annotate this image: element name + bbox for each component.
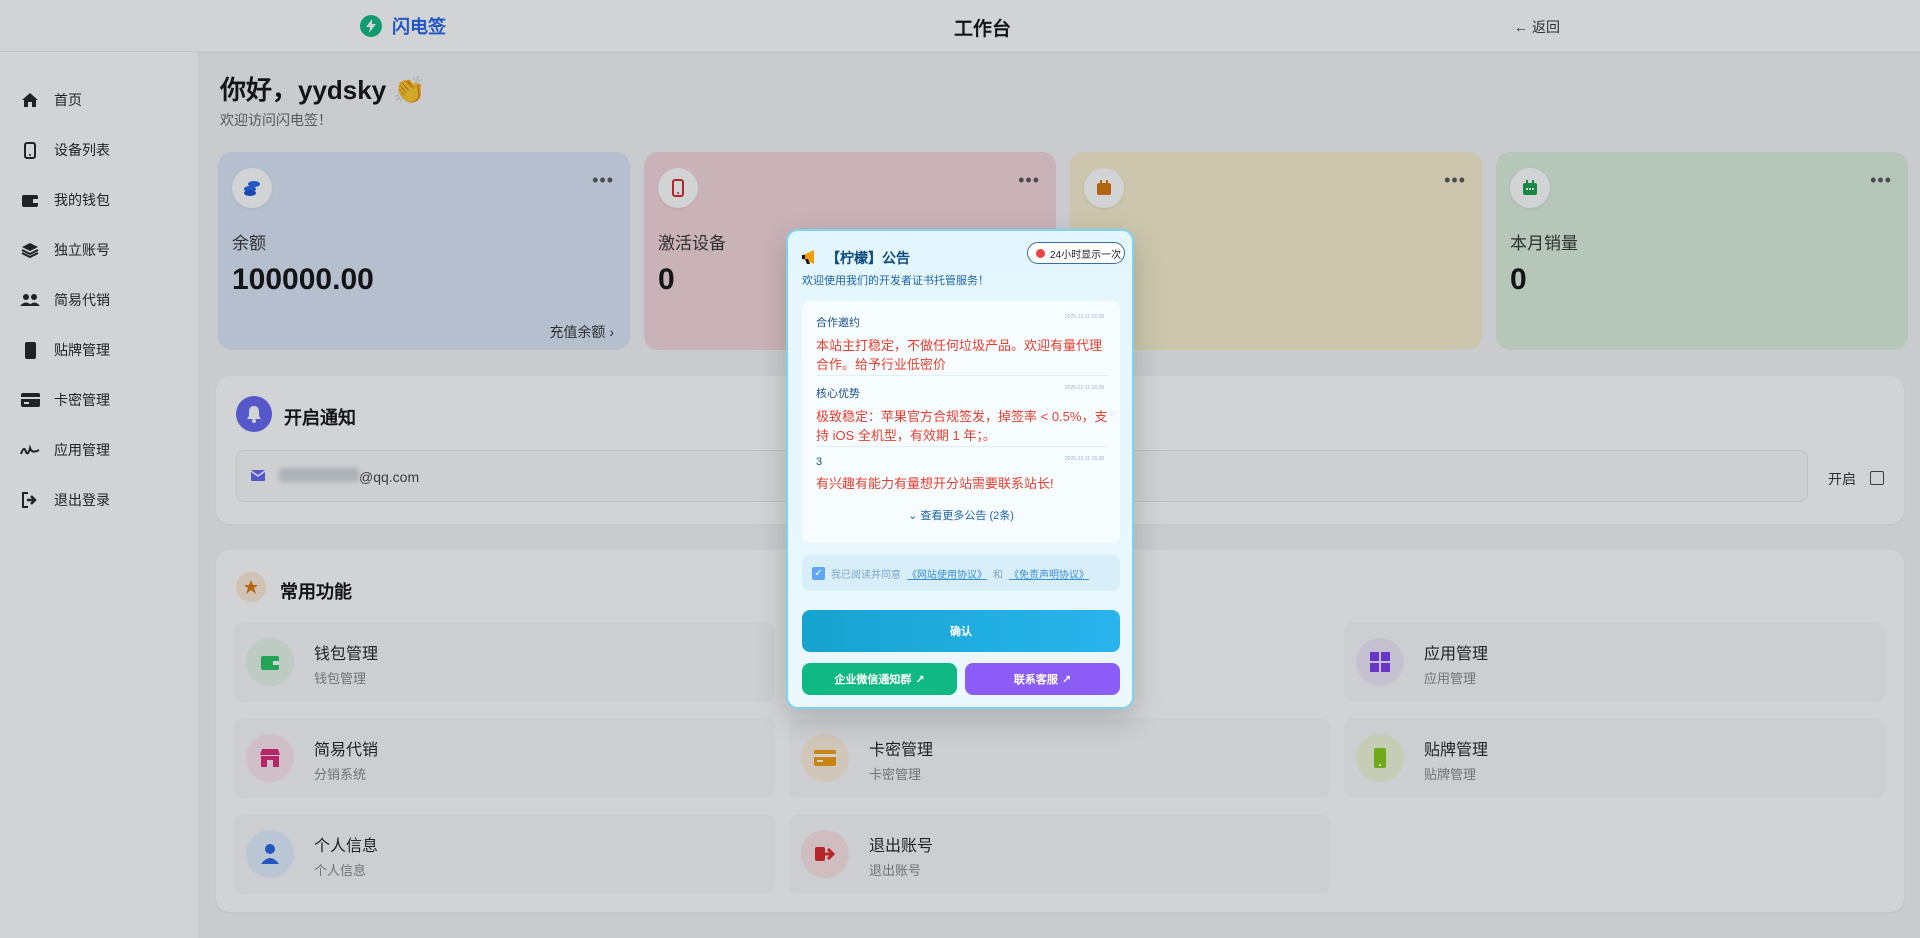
wechat-group-label: 企业微信通知群 xyxy=(834,674,912,686)
contact-service-label: 联系客服 xyxy=(1013,674,1058,686)
megaphone-icon xyxy=(802,249,820,268)
announcement-date: 2025-12-11 16:38 xyxy=(1064,385,1104,391)
wechat-group-button[interactable]: 企业微信通知群 ↗ xyxy=(802,663,957,695)
agree-mid: 和 xyxy=(993,569,1003,581)
announcement-body: 本站主打稳定，不做任何垃圾产品。欢迎有量代理合作。给予行业低密价 xyxy=(816,338,1103,372)
app-root: 闪电签 工作台 ← 返回 首页 设备列表 我的钱包 独立账号 简易代销 贴牌管理… xyxy=(0,0,1920,938)
agreement-row: ✓ 我已阅读并同意 《网站使用协议》 和 《免责声明协议》 xyxy=(802,555,1120,591)
divider xyxy=(816,375,1108,376)
contact-service-button[interactable]: 联系客服 ↗ xyxy=(965,663,1120,695)
chevron-down-icon: ⌄ xyxy=(908,510,918,522)
announcement-body: 极致稳定：苹果官方合规签发，掉签率 < 0.5%，支持 iOS 全机型，有效期 … xyxy=(816,409,1108,443)
external-link-icon: ↗ xyxy=(1061,673,1072,686)
disclaimer-link[interactable]: 《免责声明协议》 xyxy=(1009,566,1089,581)
announcement-item: 核心优势 2025-12-11 16:38 极致稳定：苹果官方合规签发，掉签率 … xyxy=(816,385,1108,445)
announcement-item: 3 2025-12-11 16:38 有兴趣有能力有量想开分站需要联系站长! xyxy=(816,456,1108,493)
announcement-list: 合作邀约 2025-12-11 16:38 本站主打稳定，不做任何垃圾产品。欢迎… xyxy=(802,301,1120,543)
announcement-modal: 【柠檬】公告 24小时显示一次 欢迎使用我们的开发者证书托管服务！ 合作邀约 2… xyxy=(786,229,1134,709)
agree-prefix: 我已阅读并同意 xyxy=(831,569,901,581)
red-dot-icon xyxy=(1036,248,1045,258)
confirm-button[interactable]: 确认 xyxy=(802,610,1120,652)
modal-subtitle: 欢迎使用我们的开发者证书托管服务！ xyxy=(802,275,989,287)
divider xyxy=(816,446,1108,447)
view-more-link[interactable]: ⌄ 查看更多公告 (2条) xyxy=(802,507,1120,523)
modal-header: 【柠檬】公告 xyxy=(802,248,910,268)
external-link-icon: ↗ xyxy=(915,673,925,686)
announcement-item: 合作邀约 2025-12-11 16:38 本站主打稳定，不做任何垃圾产品。欢迎… xyxy=(816,314,1108,374)
announcement-body: 有兴趣有能力有量想开分站需要联系站长! xyxy=(816,476,1054,491)
view-more-label: 查看更多公告 (2条) xyxy=(920,510,1014,522)
terms-link[interactable]: 《网站使用协议》 xyxy=(907,566,987,581)
agree-checkbox[interactable]: ✓ xyxy=(812,566,825,580)
show-once-badge[interactable]: 24小时显示一次 xyxy=(1027,242,1125,264)
announcement-date: 2025-12-11 16:38 xyxy=(1064,456,1104,462)
badge-label: 24小时显示一次 xyxy=(1050,249,1122,261)
announcement-date: 2025-12-11 16:38 xyxy=(1064,314,1104,320)
modal-title: 【柠檬】公告 xyxy=(826,250,910,266)
